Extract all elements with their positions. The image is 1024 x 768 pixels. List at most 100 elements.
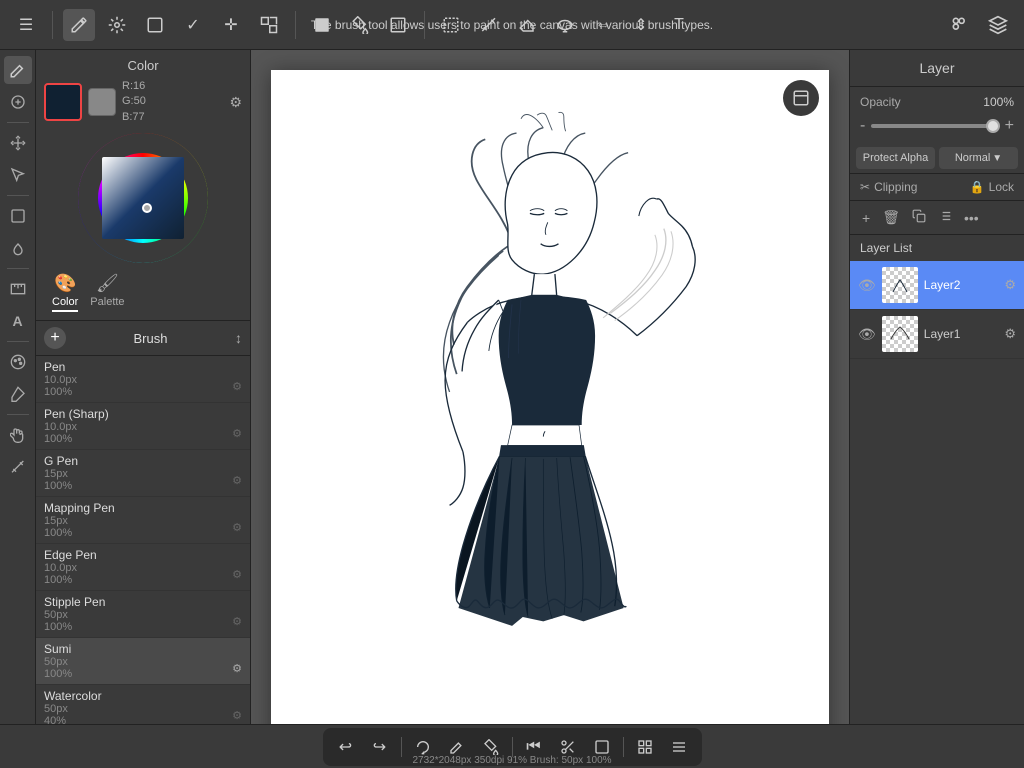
brush-settings-5[interactable]: ⚙	[232, 615, 242, 628]
brush-settings-7[interactable]: ⚙	[232, 709, 242, 722]
brush-size-5: 50px100%	[44, 609, 72, 633]
brush2-icon[interactable]	[101, 9, 133, 41]
canvas-area[interactable]	[251, 50, 849, 724]
checkmark-icon[interactable]: ✓	[177, 9, 209, 41]
brush-add-btn[interactable]: +	[44, 327, 66, 349]
palette-tab-label: Palette	[90, 296, 124, 308]
layer2-visibility-icon[interactable]: 👁	[858, 277, 876, 294]
protect-alpha-btn[interactable]: Protect Alpha	[856, 147, 935, 169]
move-tool-btn[interactable]	[4, 129, 32, 157]
ruler-tool-btn[interactable]	[4, 275, 32, 303]
opacity-plus-btn[interactable]: +	[1005, 117, 1014, 135]
brush-settings-0[interactable]: ⚙	[232, 380, 242, 393]
brush-item-watercolor[interactable]: Watercolor 50px40% ⚙	[36, 685, 250, 724]
add-layer-btn[interactable]: +	[860, 208, 872, 228]
brush-settings-3[interactable]: ⚙	[232, 521, 242, 534]
layer1-visibility-icon[interactable]: 👁	[858, 326, 876, 343]
brush-item-g-pen[interactable]: G Pen 15px100% ⚙	[36, 450, 250, 497]
brush-section: + Brush ↕ Pen 10.0px100% ⚙ Pen (Sharp) 1…	[36, 321, 250, 724]
brush-size-4: 10.0px100%	[44, 562, 77, 586]
opacity-slider[interactable]	[871, 124, 998, 128]
menu-icon[interactable]: ☰	[10, 9, 42, 41]
hand-tool-btn[interactable]	[4, 421, 32, 449]
brush-meta-1: Pen (Sharp)	[44, 407, 242, 421]
layers2-icon[interactable]	[982, 9, 1014, 41]
brush-name-3: Mapping Pen	[44, 501, 115, 515]
layer2-name: Layer2	[924, 278, 999, 292]
picker-tool-btn[interactable]	[4, 380, 32, 408]
tab-color[interactable]: 🎨 Color	[52, 273, 78, 312]
brush-item-edge-pen[interactable]: Edge Pen 10.0px100% ⚙	[36, 544, 250, 591]
brush-settings-4[interactable]: ⚙	[232, 568, 242, 581]
more-btn[interactable]	[664, 732, 694, 762]
brush-settings-6[interactable]: ⚙	[232, 662, 242, 675]
brush-size-row-2: 15px100% ⚙	[44, 468, 242, 492]
tab-palette[interactable]: 🖌 Palette	[90, 273, 124, 312]
color-b: B:77	[122, 110, 146, 125]
brush-item-pen--sharp-[interactable]: Pen (Sharp) 10.0px100% ⚙	[36, 403, 250, 450]
layer1-settings-icon[interactable]: ⚙	[1004, 326, 1016, 342]
normal-blend-btn[interactable]: Normal ▼	[939, 147, 1018, 169]
secondary-color-swatch[interactable]	[88, 88, 116, 116]
lock-icon: 🔒	[970, 180, 985, 194]
lock-btn[interactable]: 🔒 Lock	[970, 180, 1014, 194]
opacity-label: Opacity	[860, 95, 901, 109]
clipping-btn[interactable]: ✂ Clipping	[860, 180, 917, 194]
text-tool-btn[interactable]: A	[4, 307, 32, 335]
transform-icon[interactable]	[253, 9, 285, 41]
brush-tool-icon[interactable]	[63, 9, 95, 41]
brush-meta-3: Mapping Pen	[44, 501, 242, 515]
color-wheel-inner[interactable]	[102, 157, 184, 239]
canvas-container	[271, 70, 829, 724]
layer-list-label: Layer List	[850, 235, 1024, 261]
brush-settings-1[interactable]: ⚙	[232, 427, 242, 440]
redo-btn[interactable]: ↪	[365, 732, 395, 762]
brush-item-pen[interactable]: Pen 10.0px100% ⚙	[36, 356, 250, 403]
opacity-slider-fill	[871, 124, 997, 128]
color-settings-icon[interactable]: ⚙	[229, 94, 242, 111]
brush-item-sumi[interactable]: Sumi 50px100% ⚙	[36, 638, 250, 685]
brush-settings-2[interactable]: ⚙	[232, 474, 242, 487]
sketch-canvas[interactable]	[271, 70, 829, 724]
color-wheel-container[interactable]	[44, 133, 242, 263]
square-select-icon[interactable]	[139, 9, 171, 41]
brush-meta-2: G Pen	[44, 454, 242, 468]
color-rgb-values: R:16 G:50 B:77	[122, 79, 146, 125]
layer-tool-btn[interactable]	[4, 202, 32, 230]
brush-sort-icon[interactable]: ↕	[235, 330, 242, 346]
color-wheel[interactable]	[78, 133, 208, 263]
layer-item-layer1[interactable]: 👁 Layer1 ⚙	[850, 310, 1024, 359]
layers-icon[interactable]	[944, 9, 976, 41]
undo-btn[interactable]: ↩	[331, 732, 361, 762]
brush-size-row-1: 10.0px100% ⚙	[44, 421, 242, 445]
bottom-sep-1	[401, 737, 402, 757]
eraser-tool-btn[interactable]	[4, 88, 32, 116]
left-panel: Color R:16 G:50 B:77 ⚙	[36, 50, 251, 724]
brush-size-row-3: 15px100% ⚙	[44, 515, 242, 539]
brush-item-stipple-pen[interactable]: Stipple Pen 50px100% ⚙	[36, 591, 250, 638]
brush-name-6: Sumi	[44, 642, 71, 656]
layer-more-btn[interactable]: •••	[962, 208, 981, 228]
color-section: Color R:16 G:50 B:77 ⚙	[36, 50, 250, 321]
eyedropper-tool-btn[interactable]	[4, 453, 32, 481]
move-icon[interactable]: ✛	[215, 9, 247, 41]
fill-tool-btn[interactable]	[4, 234, 32, 262]
opacity-minus-btn[interactable]: -	[860, 117, 865, 135]
delete-layer-btn[interactable]: 🗑	[880, 207, 902, 228]
select-tool-btn[interactable]	[4, 161, 32, 189]
palette-tool-btn[interactable]	[4, 348, 32, 376]
brush-tool-btn[interactable]	[4, 56, 32, 84]
canvas-layers-btn[interactable]	[783, 80, 819, 116]
layer2-settings-icon[interactable]: ⚙	[1004, 277, 1016, 293]
layer-item-layer2[interactable]: 👁 Layer2 ⚙	[850, 261, 1024, 310]
grid-btn[interactable]	[630, 732, 660, 762]
primary-color-swatch[interactable]	[44, 83, 82, 121]
brush-size-row-7: 50px40% ⚙	[44, 703, 242, 724]
brush-item-mapping-pen[interactable]: Mapping Pen 15px100% ⚙	[36, 497, 250, 544]
layer-list-btn[interactable]	[936, 207, 954, 228]
color-title: Color	[127, 58, 158, 73]
color-wheel-cursor	[142, 203, 152, 213]
layer2-thumbnail	[882, 267, 918, 303]
copy-layer-btn[interactable]	[910, 207, 928, 228]
palette-tab-icon: 🖌	[96, 273, 119, 294]
